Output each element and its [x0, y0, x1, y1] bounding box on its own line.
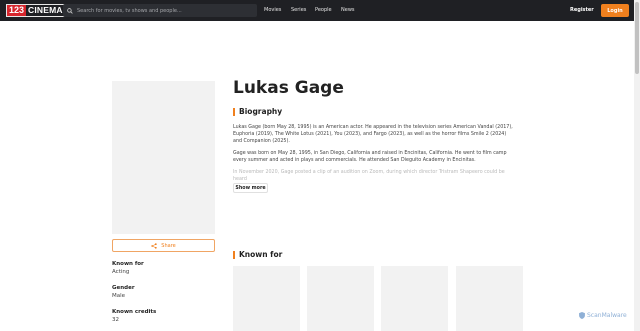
- watermark-text: ScanMalware: [587, 312, 627, 319]
- gender-label: Gender: [112, 285, 135, 291]
- share-label: Share: [161, 242, 176, 249]
- register-link[interactable]: Register: [570, 7, 594, 13]
- nav-series[interactable]: Series: [291, 7, 306, 13]
- search-icon: [67, 7, 73, 14]
- shield-icon: [579, 312, 585, 319]
- scrollbar-thumb[interactable]: [635, 2, 639, 74]
- profile-photo-placeholder: [112, 81, 215, 234]
- known-for-label: Known for: [112, 261, 144, 267]
- known-credits-value: 32: [112, 317, 119, 323]
- biography-heading: Biography: [233, 108, 282, 116]
- login-button[interactable]: Login: [601, 4, 629, 17]
- show-more-button[interactable]: Show more: [233, 183, 268, 193]
- site-logo[interactable]: 123 CINEMAS: [6, 4, 72, 17]
- gender-value: Male: [112, 293, 126, 299]
- known-for-value: Acting: [112, 269, 130, 275]
- page-scrollbar[interactable]: [634, 0, 640, 331]
- nav-movies[interactable]: Movies: [264, 7, 281, 13]
- person-name: Lukas Gage: [233, 78, 344, 98]
- search-bar: [63, 4, 257, 17]
- logo-number: 123: [7, 5, 27, 16]
- nav-people[interactable]: People: [315, 7, 332, 13]
- scanmalware-watermark: ScanMalware: [579, 312, 627, 319]
- nav-news[interactable]: News: [341, 7, 355, 13]
- search-input[interactable]: [77, 7, 247, 14]
- known-for-card[interactable]: [233, 266, 300, 331]
- top-navigation-bar: 123 CINEMAS Movies Series People News Re…: [0, 0, 634, 21]
- known-for-card[interactable]: [456, 266, 523, 331]
- biography-paragraph-2: Gage was born on May 28, 1995, in San Di…: [233, 151, 507, 163]
- biography-paragraph-3: In November 2020, Gage posted a clip of …: [233, 170, 505, 182]
- known-for-card[interactable]: [307, 266, 374, 331]
- share-icon: [151, 242, 157, 249]
- known-for-heading: Known for: [233, 251, 282, 259]
- share-button[interactable]: Share: [112, 239, 215, 252]
- known-credits-label: Known credits: [112, 309, 157, 315]
- biography-paragraph-1: Lukas Gage (born May 28, 1995) is an Ame…: [233, 125, 513, 144]
- known-for-card[interactable]: [381, 266, 448, 331]
